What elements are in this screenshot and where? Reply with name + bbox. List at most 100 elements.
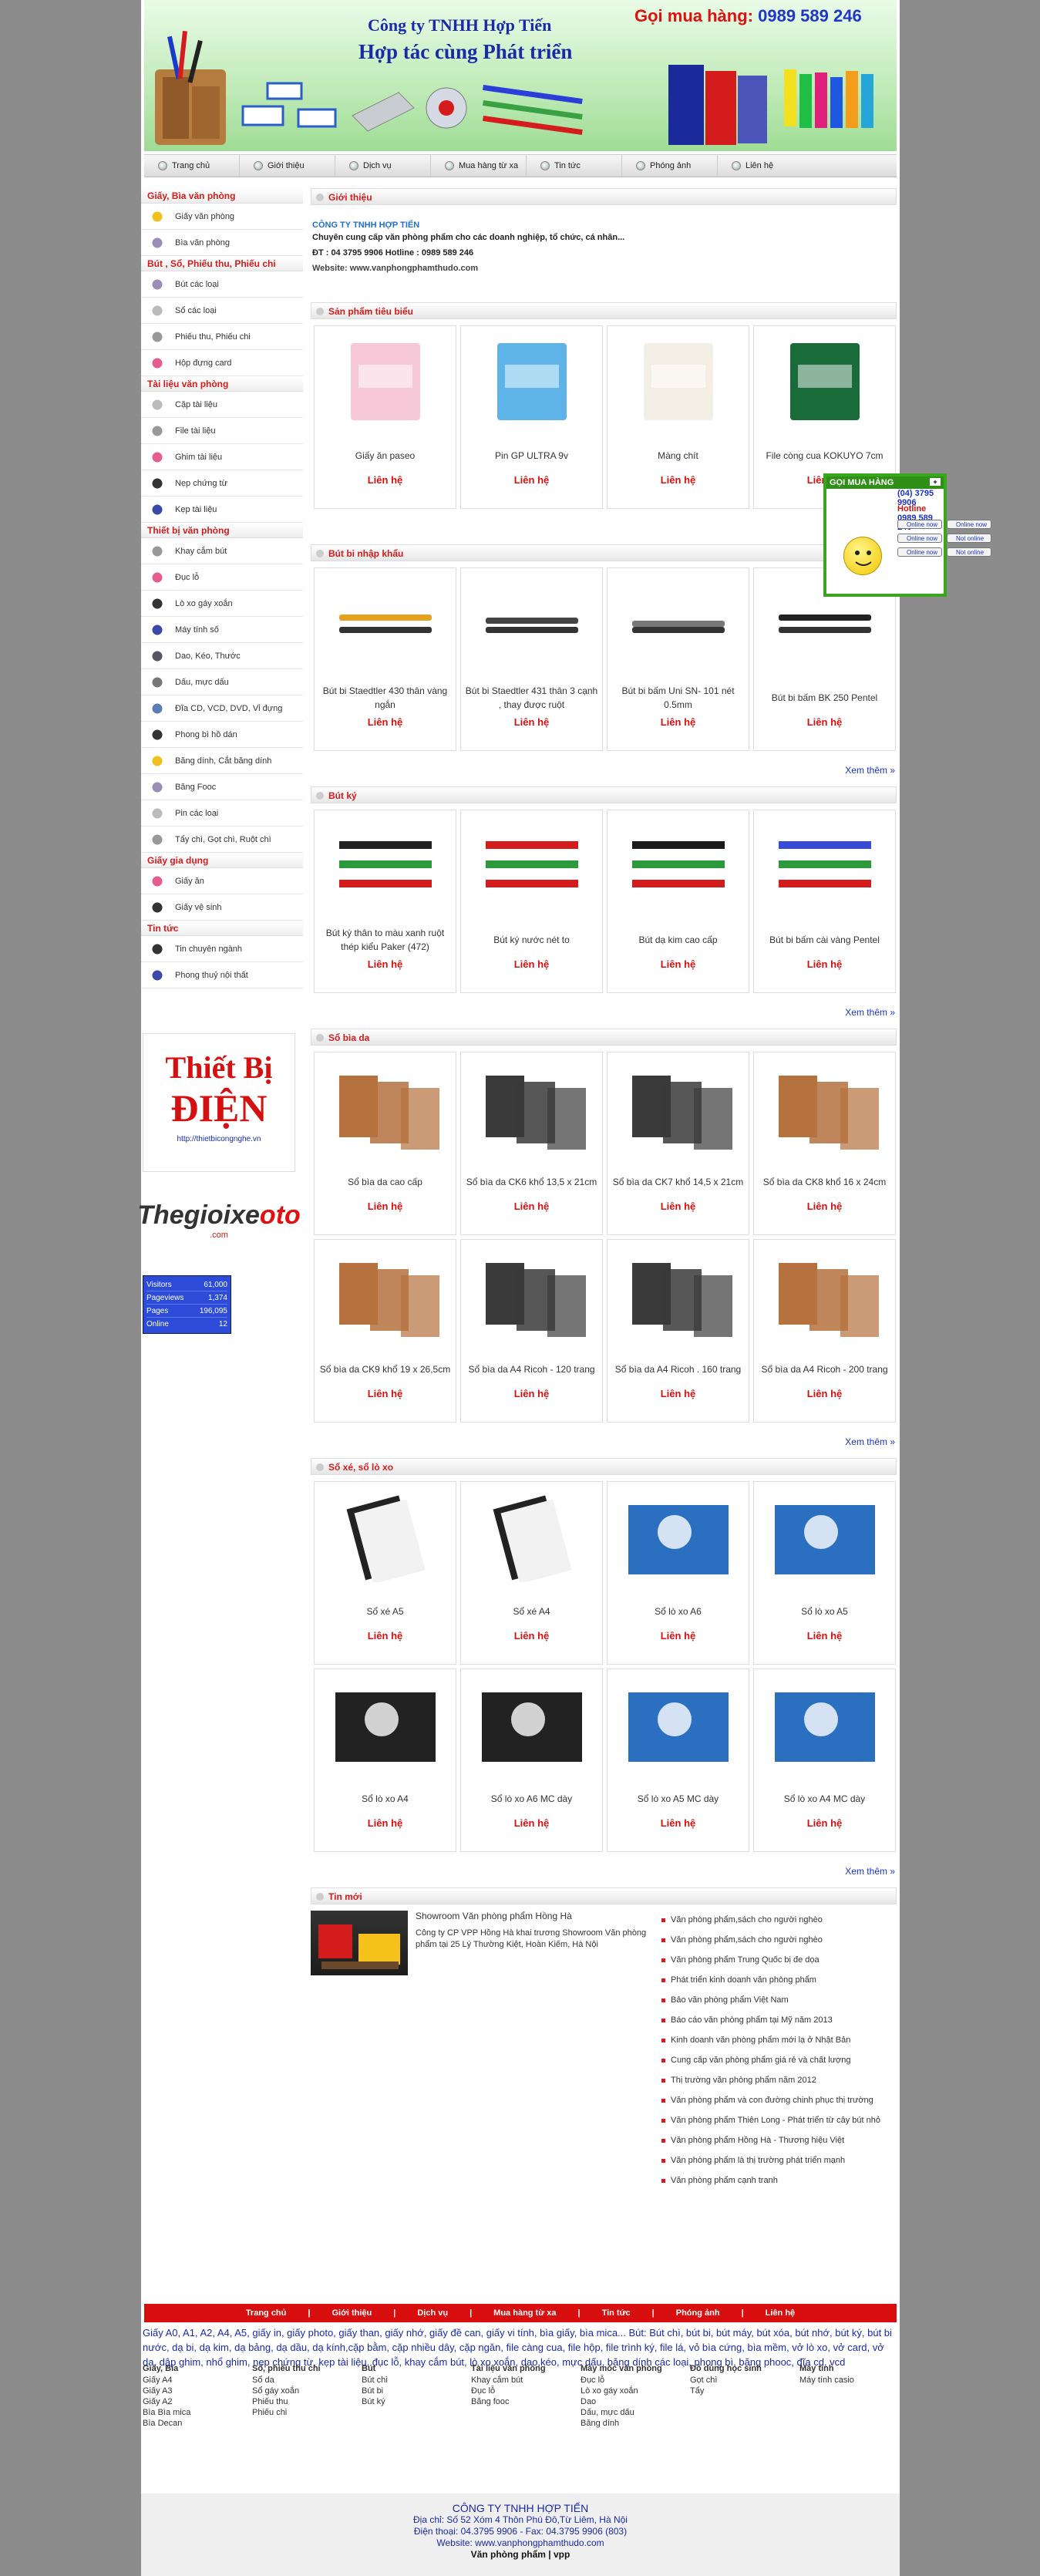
product-image[interactable] bbox=[466, 1059, 597, 1154]
product-name[interactable]: Sổ lò xo A5 MC dày bbox=[608, 1783, 749, 1814]
product-image[interactable] bbox=[613, 1675, 744, 1771]
footer-link[interactable]: Băng fooc bbox=[471, 2396, 581, 2407]
footer-nav-link[interactable]: Trang chủ bbox=[246, 2308, 287, 2318]
product-card[interactable]: Bút bi Staedtler 431 thân 3 cạnh , thay … bbox=[460, 567, 603, 751]
product-image[interactable] bbox=[466, 332, 597, 428]
product-image[interactable] bbox=[466, 1488, 597, 1584]
news-item[interactable]: Văn phòng phẩm,sách cho người nghèo bbox=[661, 1911, 897, 1931]
sidebar-item[interactable]: Băng dính, Cắt băng dính bbox=[141, 748, 303, 774]
footer-link[interactable]: Sổ da bbox=[252, 2375, 362, 2386]
sidebar-item[interactable]: File tài liệu bbox=[141, 418, 303, 444]
yahoo-offline-badge[interactable]: Not online bbox=[947, 547, 991, 557]
product-card[interactable]: Sổ lò xo A5 Liên hệ bbox=[753, 1481, 896, 1665]
sidebar-item[interactable]: Khay cắm bút bbox=[141, 538, 303, 564]
product-card[interactable]: Sổ bìa da cao cấp Liên hệ bbox=[314, 1052, 456, 1235]
sidebar-item[interactable]: Nẹp chứng từ bbox=[141, 470, 303, 497]
news-item[interactable]: Báo cáo văn phòng phẩm tại Mỹ năm 2013 bbox=[661, 2011, 897, 2031]
footer-link[interactable]: Phiếu chi bbox=[252, 2407, 362, 2418]
news-item[interactable]: Văn phòng phẩm cạnh tranh bbox=[661, 2171, 897, 2191]
product-name[interactable]: Bút dạ kim cao cấp bbox=[608, 924, 749, 955]
news-item[interactable]: Văn phòng phẩm là thị trường phát triển … bbox=[661, 2151, 897, 2171]
product-card[interactable]: Sổ lò xo A4 Liên hệ bbox=[314, 1669, 456, 1852]
news-item[interactable]: Bảo văn phòng phẩm Việt Nam bbox=[661, 1991, 897, 2011]
product-image[interactable] bbox=[759, 1059, 890, 1154]
news-item[interactable]: Văn phòng phẩm Thiên Long - Phát triển t… bbox=[661, 2111, 897, 2131]
product-image[interactable] bbox=[759, 332, 890, 428]
footer-link[interactable]: Bìa Bìa mica bbox=[143, 2407, 252, 2418]
footer-link[interactable]: Dao bbox=[581, 2396, 690, 2407]
footer-link[interactable]: Bút ký bbox=[362, 2396, 471, 2407]
sidebar-item[interactable]: Băng Fooc bbox=[141, 774, 303, 800]
ad-thegioixeoto[interactable]: Thegioixeoto .com bbox=[137, 1178, 301, 1261]
product-card[interactable]: Sổ bìa da A4 Ricoh . 160 trang Liên hệ bbox=[607, 1239, 749, 1423]
product-card[interactable]: Bút bi Staedtler 430 thân vàng ngắn Liên … bbox=[314, 567, 456, 751]
product-image[interactable] bbox=[759, 1675, 890, 1771]
news-item[interactable]: Văn phòng phẩm và con đường chinh phục t… bbox=[661, 2091, 897, 2111]
sidebar-item[interactable]: Đục lỗ bbox=[141, 564, 303, 591]
sidebar-item[interactable]: Sổ các loại bbox=[141, 298, 303, 324]
footer-link[interactable]: Bút chì bbox=[362, 2375, 471, 2386]
footer-link[interactable]: Sổ gáy xoắn bbox=[252, 2386, 362, 2396]
product-card[interactable]: Sổ bìa da CK8 khổ 16 x 24cm Liên hệ bbox=[753, 1052, 896, 1235]
product-name[interactable]: Bút bi bấm cài vàng Pentel bbox=[754, 924, 895, 955]
news-item[interactable]: Thị trường văn phòng phẩm năm 2012 bbox=[661, 2071, 897, 2091]
footer-website[interactable]: Website: www.vanphongphamthudo.com bbox=[141, 2537, 900, 2549]
product-card[interactable]: Bút bi bấm cài vàng Pentel Liên hệ bbox=[753, 810, 896, 993]
product-card[interactable]: Sổ bìa da A4 Ricoh - 200 trang Liên hệ bbox=[753, 1239, 896, 1423]
sidebar-item[interactable]: Phong thuỷ nội thất bbox=[141, 962, 303, 988]
see-more-link[interactable] bbox=[312, 523, 895, 534]
footer-nav-link[interactable]: Mua hàng từ xa bbox=[493, 2308, 556, 2318]
footer-link[interactable]: Phiếu thu bbox=[252, 2396, 362, 2407]
footer-link[interactable]: Khay cắm bút bbox=[471, 2375, 581, 2386]
product-name[interactable]: Bút ký nước nét to bbox=[461, 924, 602, 955]
product-name[interactable]: Sổ bìa da CK6 khổ 13,5 x 21cm bbox=[461, 1167, 602, 1197]
sidebar-item[interactable]: Hộp đựng card bbox=[141, 350, 303, 376]
footer-nav-link[interactable]: Phóng ảnh bbox=[676, 2308, 720, 2318]
footer-nav-link[interactable]: Tin tức bbox=[602, 2308, 631, 2318]
product-name[interactable]: Bút bi Staedtler 431 thân 3 cạnh , thay … bbox=[461, 682, 602, 713]
product-image[interactable] bbox=[613, 1059, 744, 1154]
sidebar-item[interactable]: Ghim tài liệu bbox=[141, 444, 303, 470]
product-card[interactable]: Sổ bìa da CK6 khổ 13,5 x 21cm Liên hệ bbox=[460, 1052, 603, 1235]
sidebar-item[interactable]: Kẹp tài liệu bbox=[141, 497, 303, 523]
product-card[interactable]: Sổ lò xo A4 MC dày Liên hệ bbox=[753, 1669, 896, 1852]
sidebar-item[interactable]: Cặp tài liệu bbox=[141, 392, 303, 418]
sidebar-item[interactable]: Pin các loại bbox=[141, 800, 303, 827]
product-card[interactable]: Sổ lò xo A6 MC dày Liên hệ bbox=[460, 1669, 603, 1852]
product-image[interactable] bbox=[759, 817, 890, 912]
product-name[interactable]: Giấy ăn paseo bbox=[315, 440, 456, 471]
product-name[interactable]: File còng cua KOKUYO 7cm bbox=[754, 440, 895, 471]
footer-link[interactable]: Giấy A2 bbox=[143, 2396, 252, 2407]
ad-thietbidien[interactable]: Thiết Bị ĐIỆN http://thietbicongnghe.vn bbox=[143, 1033, 295, 1172]
footer-nav-link[interactable]: Liên hệ bbox=[766, 2308, 796, 2318]
nav-home[interactable]: Trang chủ bbox=[144, 155, 240, 177]
sidebar-item[interactable]: Lò xo gáy xoắn bbox=[141, 591, 303, 617]
product-name[interactable]: Sổ xé A5 bbox=[315, 1596, 456, 1627]
product-image[interactable] bbox=[613, 332, 744, 428]
product-card[interactable]: Sổ bìa da A4 Ricoh - 120 trang Liên hệ bbox=[460, 1239, 603, 1423]
nav-remote-order[interactable]: Mua hàng từ xa bbox=[431, 155, 527, 177]
sidebar-item[interactable]: Giấy vệ sinh bbox=[141, 894, 303, 921]
see-more-link[interactable]: Xem thêm » bbox=[312, 1436, 895, 1447]
sidebar-item[interactable]: Dao, Kéo, Thước bbox=[141, 643, 303, 669]
product-card[interactable]: Sổ xé A5 Liên hệ bbox=[314, 1481, 456, 1665]
sidebar-item[interactable]: Đĩa CD, VCD, DVD, Vỉ đựng bbox=[141, 695, 303, 722]
yahoo-online-badge[interactable]: Online now bbox=[897, 534, 942, 543]
product-card[interactable]: Sổ lò xo A5 MC dày Liên hệ bbox=[607, 1669, 749, 1852]
footer-link[interactable]: Bìa Decan bbox=[143, 2418, 252, 2429]
nav-contact[interactable]: Liên hệ bbox=[718, 155, 813, 177]
sidebar-item[interactable]: Giấy văn phòng bbox=[141, 204, 303, 230]
news-item[interactable]: Kinh doanh văn phòng phẩm mới lạ ở Nhật … bbox=[661, 2031, 897, 2051]
news-item[interactable]: Cung cấp văn phòng phẩm giá rẻ và chất l… bbox=[661, 2051, 897, 2071]
product-name[interactable]: Sổ bìa da A4 Ricoh . 160 trang bbox=[608, 1354, 749, 1385]
footer-link[interactable]: Đục lỗ bbox=[471, 2386, 581, 2396]
footer-link[interactable]: Bút bi bbox=[362, 2386, 471, 2396]
featured-news-title[interactable]: Showroom Văn phòng phẩm Hồng Hà bbox=[416, 1911, 661, 1921]
product-image[interactable] bbox=[613, 574, 744, 670]
footer-link[interactable]: Đục lỗ bbox=[581, 2375, 690, 2386]
nav-gallery[interactable]: Phóng ảnh bbox=[622, 155, 718, 177]
product-card[interactable]: Sổ bìa da CK7 khổ 14,5 x 21cm Liên hệ bbox=[607, 1052, 749, 1235]
footer-nav-link[interactable]: Dịch vụ bbox=[417, 2308, 448, 2318]
product-name[interactable]: Bút ký thân to màu xanh ruột thép kiểu P… bbox=[315, 924, 456, 955]
product-name[interactable]: Sổ bìa da A4 Ricoh - 120 trang bbox=[461, 1354, 602, 1385]
